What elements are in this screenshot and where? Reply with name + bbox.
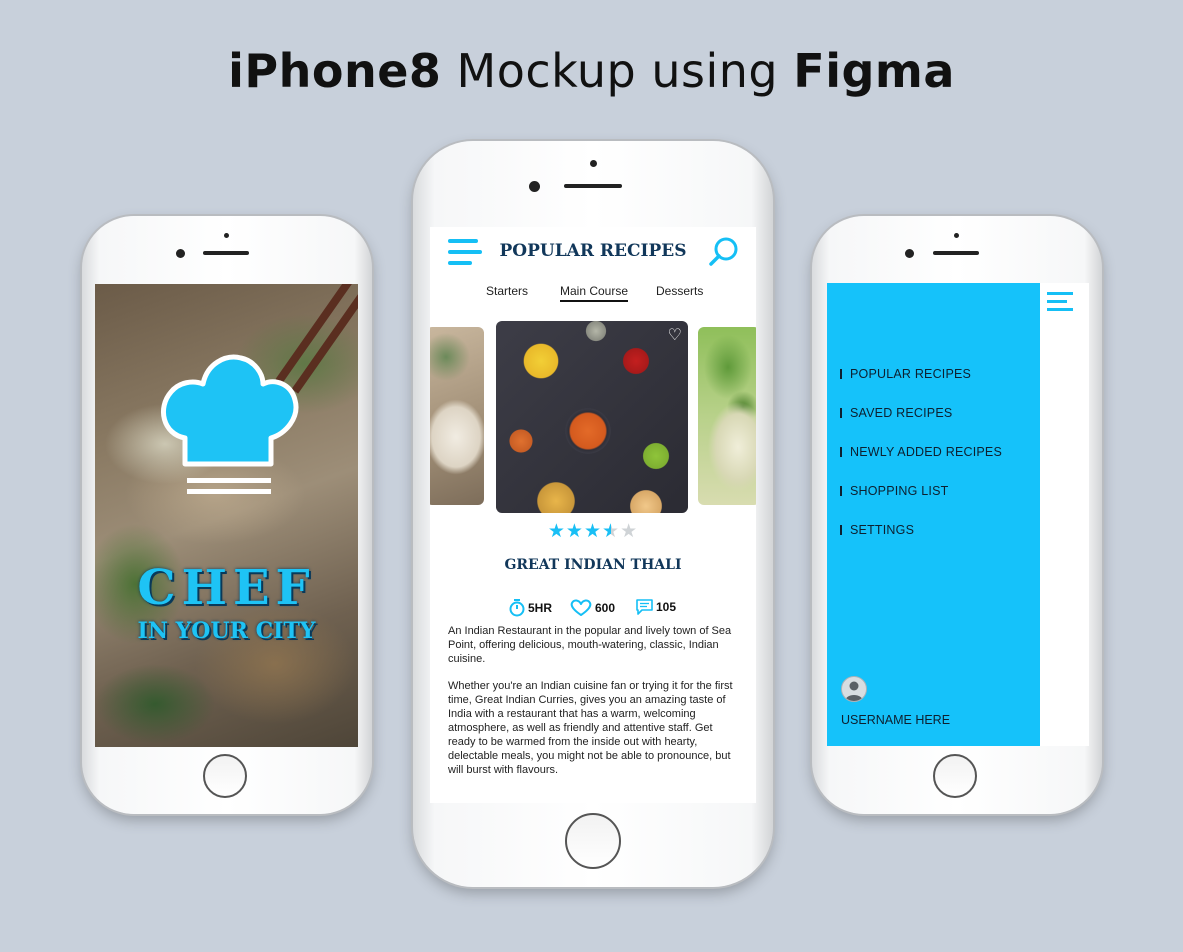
home-button[interactable] xyxy=(933,754,977,798)
favorite-heart-icon[interactable]: ♡ xyxy=(668,325,682,345)
front-camera xyxy=(905,249,914,258)
tab-starters[interactable]: Starters xyxy=(486,284,528,298)
menu-item-popular-recipes[interactable]: POPULAR RECIPES xyxy=(840,367,971,381)
splash-subtitle: IN YOUR CITY xyxy=(137,618,316,644)
timer-icon xyxy=(509,599,525,617)
star-icon: ★ xyxy=(547,521,566,542)
phone-splash: CHEF IN YOUR CITY xyxy=(82,216,372,814)
home-button[interactable] xyxy=(203,754,247,798)
recipe-card-next[interactable] xyxy=(698,327,756,505)
menu-item-label: SHOPPING LIST xyxy=(850,484,949,498)
comments-stat[interactable]: 105 xyxy=(636,599,676,615)
rating-stars: ★★★★★ xyxy=(430,520,756,543)
splash-screen: CHEF IN YOUR CITY xyxy=(95,284,358,747)
search-icon[interactable] xyxy=(708,236,740,268)
menu-item-settings[interactable]: SETTINGS xyxy=(840,523,914,537)
recipe-card-main[interactable]: ♡ xyxy=(496,321,688,513)
navigation-drawer: POPULAR RECIPES SAVED RECIPES NEWLY ADDE… xyxy=(827,283,1040,746)
page-headline: iPhone8 Mockup using Figma xyxy=(0,44,1183,98)
earpiece-speaker xyxy=(203,251,249,255)
menu-item-shopping-list[interactable]: SHOPPING LIST xyxy=(840,484,948,498)
star-icon: ★ xyxy=(565,521,584,542)
recipes-screen: POPULAR RECIPES Starters Main Course Des… xyxy=(430,227,756,803)
menu-item-label: NEWLY ADDED RECIPES xyxy=(850,445,1002,459)
phone-recipes: POPULAR RECIPES Starters Main Course Des… xyxy=(413,141,773,887)
earpiece-speaker xyxy=(564,184,622,188)
menu-item-label: SAVED RECIPES xyxy=(850,406,953,420)
avatar[interactable] xyxy=(841,676,867,702)
tab-main-course[interactable]: Main Course xyxy=(560,284,629,302)
headline-part-iphone: iPhone8 xyxy=(228,44,442,98)
description-paragraph-1: An Indian Restaurant in the popular and … xyxy=(448,625,732,665)
chef-hat-icon xyxy=(161,354,299,494)
star-empty-icon: ★ xyxy=(620,521,639,542)
home-button[interactable] xyxy=(565,813,621,869)
dish-title: GREAT INDIAN THALI xyxy=(504,557,682,573)
comment-icon xyxy=(636,599,653,615)
menu-item-newly-added[interactable]: NEWLY ADDED RECIPES xyxy=(840,445,1002,459)
comments-count: 105 xyxy=(656,600,677,614)
likes-count: 600 xyxy=(595,601,616,615)
description-paragraph-2: Whether you're an Indian cuisine fan or … xyxy=(448,680,733,776)
star-icon: ★ xyxy=(583,521,603,542)
app-header: POPULAR RECIPES xyxy=(430,227,756,277)
front-camera xyxy=(529,181,540,192)
menu-screen: POPULAR RECIPES SAVED RECIPES NEWLY ADDE… xyxy=(827,283,1089,746)
earpiece-speaker xyxy=(933,251,979,255)
recipe-card-previous[interactable] xyxy=(430,327,484,505)
username-label: USERNAME HERE xyxy=(841,713,951,727)
time-stat: 5HR xyxy=(509,599,552,617)
menu-item-saved-recipes[interactable]: SAVED RECIPES xyxy=(840,406,952,420)
phone-menu: POPULAR RECIPES SAVED RECIPES NEWLY ADDE… xyxy=(812,216,1102,814)
sensor-dot xyxy=(224,233,229,238)
time-value: 5HR xyxy=(528,601,553,615)
heart-icon xyxy=(570,599,592,616)
sensor-dot xyxy=(590,160,597,167)
menu-item-label: SETTINGS xyxy=(850,523,915,537)
likes-stat[interactable]: 600 xyxy=(570,599,615,617)
splash-title: CHEF xyxy=(137,560,316,616)
headline-part-figma: Figma xyxy=(793,44,955,98)
sensor-dot xyxy=(954,233,959,238)
menu-hamburger-icon[interactable] xyxy=(1047,292,1075,314)
user-icon xyxy=(845,681,863,701)
headline-part-mockup: Mockup using xyxy=(441,44,794,98)
front-camera xyxy=(176,249,185,258)
half-star-icon: ★ xyxy=(602,521,621,542)
menu-item-label: POPULAR RECIPES xyxy=(850,367,972,381)
tab-desserts[interactable]: Desserts xyxy=(656,284,703,298)
